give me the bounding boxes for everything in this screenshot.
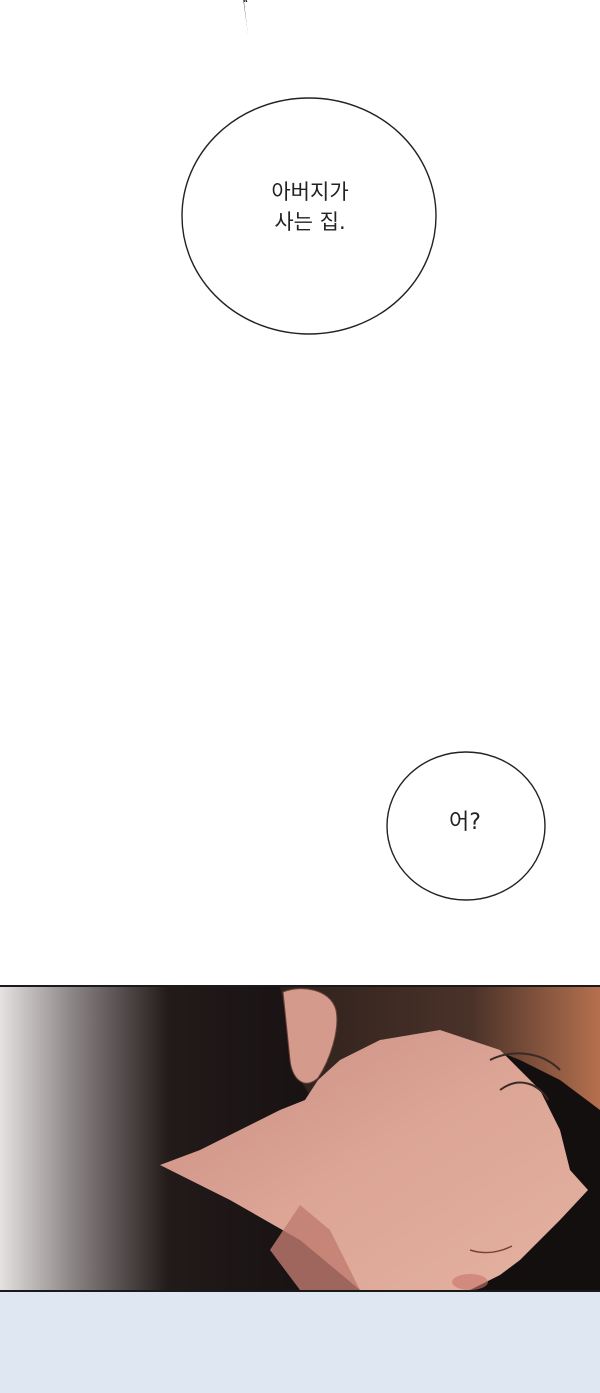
speech-bubble-top <box>181 0 437 335</box>
character-panel <box>0 985 600 1290</box>
speech-text-small: 어? <box>449 810 481 835</box>
bottom-panel <box>0 1290 600 1393</box>
speech-text-top: 아버지가 사는 집. <box>271 180 349 234</box>
comic-page: 아버지가 사는 집. 어? <box>0 0 600 1393</box>
